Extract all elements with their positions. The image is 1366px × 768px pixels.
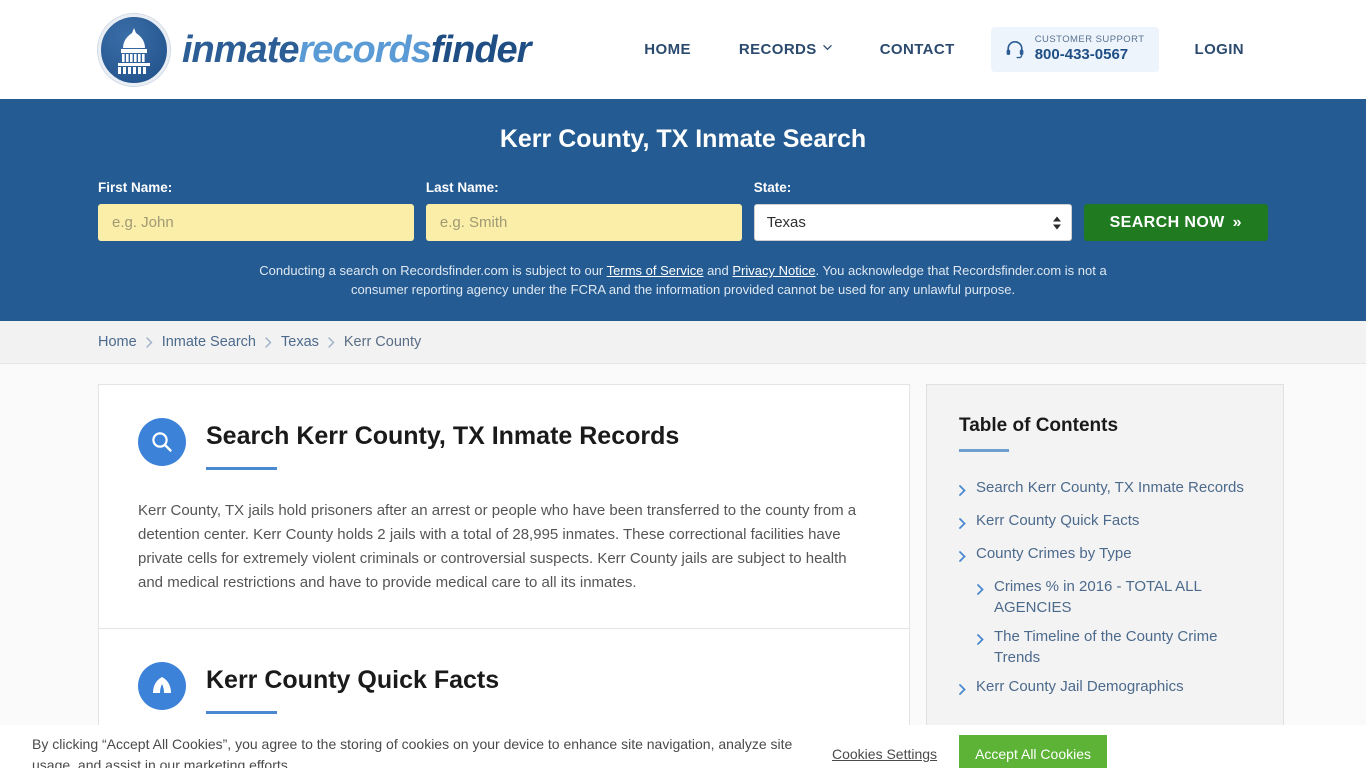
chevron-right-icon <box>959 477 966 502</box>
cookies-settings-link[interactable]: Cookies Settings <box>832 746 937 762</box>
search-now-label: SEARCH NOW <box>1109 213 1225 231</box>
title-accent-rule <box>206 710 277 714</box>
last-name-label: Last Name: <box>425 180 499 195</box>
site-logo[interactable]: inmaterecordsfinder <box>98 13 532 86</box>
inmate-search-form: First Name: Last Name: State: Texas <box>98 180 1268 241</box>
breadcrumb-chevron-icon <box>145 336 153 348</box>
state-select-wrapper: Texas <box>753 204 1072 241</box>
breadcrumb-item-home[interactable]: Home <box>98 334 137 350</box>
toc-accent-rule <box>959 449 1009 452</box>
table-of-contents: Table of Contents Search Kerr County, TX… <box>926 384 1284 732</box>
sidebar-column: Table of Contents Search Kerr County, TX… <box>926 384 1284 732</box>
section-title-wrapper: Search Kerr County, TX Inmate Records <box>206 418 679 470</box>
cookie-banner-text: By clicking “Accept All Cookies”, you ag… <box>32 736 793 768</box>
section-title: Search Kerr County, TX Inmate Records <box>206 422 680 450</box>
support-phone: 800-433-0567 <box>1034 46 1129 64</box>
toc-link[interactable]: Kerr County Quick Facts <box>976 510 1139 535</box>
nav-item-contact[interactable]: CONTACT <box>856 41 979 58</box>
nav-label-home: HOME <box>644 41 691 58</box>
first-name-label: First Name: <box>98 180 173 195</box>
disclaimer-part-2: and <box>703 263 733 278</box>
brand-wordmark: inmaterecordsfinder <box>182 28 532 71</box>
breadcrumb-chevron-icon <box>265 336 272 348</box>
toc-link[interactable]: County Crimes by Type <box>976 543 1132 568</box>
support-text: CUSTOMER SUPPORT 800-433-0567 <box>1034 34 1145 64</box>
support-label: CUSTOMER SUPPORT <box>1034 34 1145 46</box>
nav-item-home[interactable]: HOME <box>620 41 715 58</box>
search-now-button[interactable]: SEARCH NOW » <box>1083 204 1268 241</box>
customer-support-box[interactable]: CUSTOMER SUPPORT 800-433-0567 <box>990 27 1159 72</box>
search-last-name-input[interactable] <box>425 204 742 241</box>
nav-label-login: LOGIN <box>1194 41 1244 58</box>
chevron-right-icon <box>959 543 966 568</box>
toc-item-jail-demographics[interactable]: Kerr County Jail Demographics <box>959 676 1257 701</box>
breadcrumb-chevron-icon <box>328 336 335 348</box>
nav-label-records: RECORDS <box>738 41 817 58</box>
toc-link[interactable]: Crimes % in 2016 - TOTAL ALL AGENCIES <box>994 576 1257 618</box>
breadcrumb-item-texas[interactable]: Texas <box>281 334 319 350</box>
section-search-records: Search Kerr County, TX Inmate Records Ke… <box>99 385 909 628</box>
state-field-group: State: Texas <box>753 180 1072 241</box>
chevron-right-icon <box>959 676 966 701</box>
capitol-dome-icon <box>98 13 170 86</box>
state-label: State: <box>753 180 792 195</box>
first-name-field-group: First Name: <box>98 180 414 241</box>
chevron-right-icon <box>977 626 984 668</box>
search-disclaimer: Conducting a search on Recordsfinder.com… <box>253 261 1113 299</box>
double-chevron-right-icon: » <box>1232 213 1242 231</box>
capitol-dome-glyph <box>118 27 150 74</box>
search-first-name-input[interactable] <box>98 204 414 241</box>
chevron-right-icon <box>977 576 984 618</box>
nav-label-contact: CONTACT <box>879 41 955 58</box>
disclaimer-part-1: Conducting a search on Recordsfinder.com… <box>259 263 607 278</box>
nav-item-records[interactable]: RECORDS <box>715 41 856 58</box>
state-select[interactable]: Texas <box>753 204 1072 241</box>
toc-item-quick-facts[interactable]: Kerr County Quick Facts <box>959 510 1257 535</box>
title-accent-rule <box>206 466 277 470</box>
cookie-banner-actions: Cookies Settings Accept All Cookies <box>832 721 1108 768</box>
last-name-field-group: Last Name: <box>425 180 742 241</box>
accept-all-cookies-button[interactable]: Accept All Cookies <box>959 735 1108 768</box>
toc-item-search-records[interactable]: Search Kerr County, TX Inmate Records <box>959 477 1257 502</box>
toc-link[interactable]: Kerr County Jail Demographics <box>976 676 1184 701</box>
section-title: Kerr County Quick Facts <box>206 665 500 694</box>
brand-part-finder: finder <box>430 28 532 71</box>
toc-link[interactable]: The Timeline of the County Crime Trends <box>994 626 1257 668</box>
site-header: inmaterecordsfinder HOME RECORDS CONTACT <box>0 0 1366 99</box>
privacy-notice-link[interactable]: Privacy Notice <box>732 263 815 278</box>
terms-of-service-link[interactable]: Terms of Service <box>607 263 704 278</box>
headset-icon <box>1006 41 1024 59</box>
section-body-text: Kerr County, TX jails hold prisoners aft… <box>138 501 857 591</box>
main-content: Search Kerr County, TX Inmate Records Ke… <box>0 364 1366 748</box>
toc-item-crime-trends-timeline[interactable]: The Timeline of the County Crime Trends <box>959 626 1257 668</box>
section-header: Search Kerr County, TX Inmate Records <box>138 418 870 470</box>
breadcrumb: Home Inmate Search Texas Kerr County <box>0 321 1366 364</box>
chevron-right-icon <box>959 510 966 535</box>
article-column: Search Kerr County, TX Inmate Records Ke… <box>98 384 910 748</box>
toc-title: Table of Contents <box>959 415 1119 436</box>
toc-item-crimes-by-type[interactable]: County Crimes by Type <box>959 543 1257 568</box>
search-glyph <box>152 432 172 452</box>
page-root: inmaterecordsfinder HOME RECORDS CONTACT <box>0 0 1366 768</box>
main-navigation: HOME RECORDS CONTACT CUSTOMER SUPPORT 80… <box>620 0 1268 99</box>
page-title: Kerr County, TX Inmate Search <box>499 125 867 153</box>
info-dome-icon <box>138 661 186 710</box>
section-title-wrapper: Kerr County Quick Facts <box>206 662 499 714</box>
article-card: Search Kerr County, TX Inmate Records Ke… <box>98 384 910 748</box>
section-header: Kerr County Quick Facts <box>138 661 870 714</box>
breadcrumb-item-inmate-search[interactable]: Inmate Search <box>162 334 256 350</box>
brand-part-records: records <box>298 28 431 71</box>
hero-search-section: Kerr County, TX Inmate Search First Name… <box>0 99 1366 321</box>
search-icon <box>138 418 186 466</box>
nav-item-login[interactable]: LOGIN <box>1171 41 1269 58</box>
dome-glyph <box>153 676 171 693</box>
breadcrumb-item-kerr-county: Kerr County <box>343 334 422 350</box>
toc-link[interactable]: Search Kerr County, TX Inmate Records <box>976 477 1244 502</box>
brand-part-inmate: inmate <box>182 28 299 71</box>
toc-list: Search Kerr County, TX Inmate Records Ke… <box>959 477 1257 701</box>
chevron-down-icon <box>822 45 832 51</box>
toc-item-crimes-2016[interactable]: Crimes % in 2016 - TOTAL ALL AGENCIES <box>959 576 1257 618</box>
cookie-consent-banner: By clicking “Accept All Cookies”, you ag… <box>0 725 1366 768</box>
